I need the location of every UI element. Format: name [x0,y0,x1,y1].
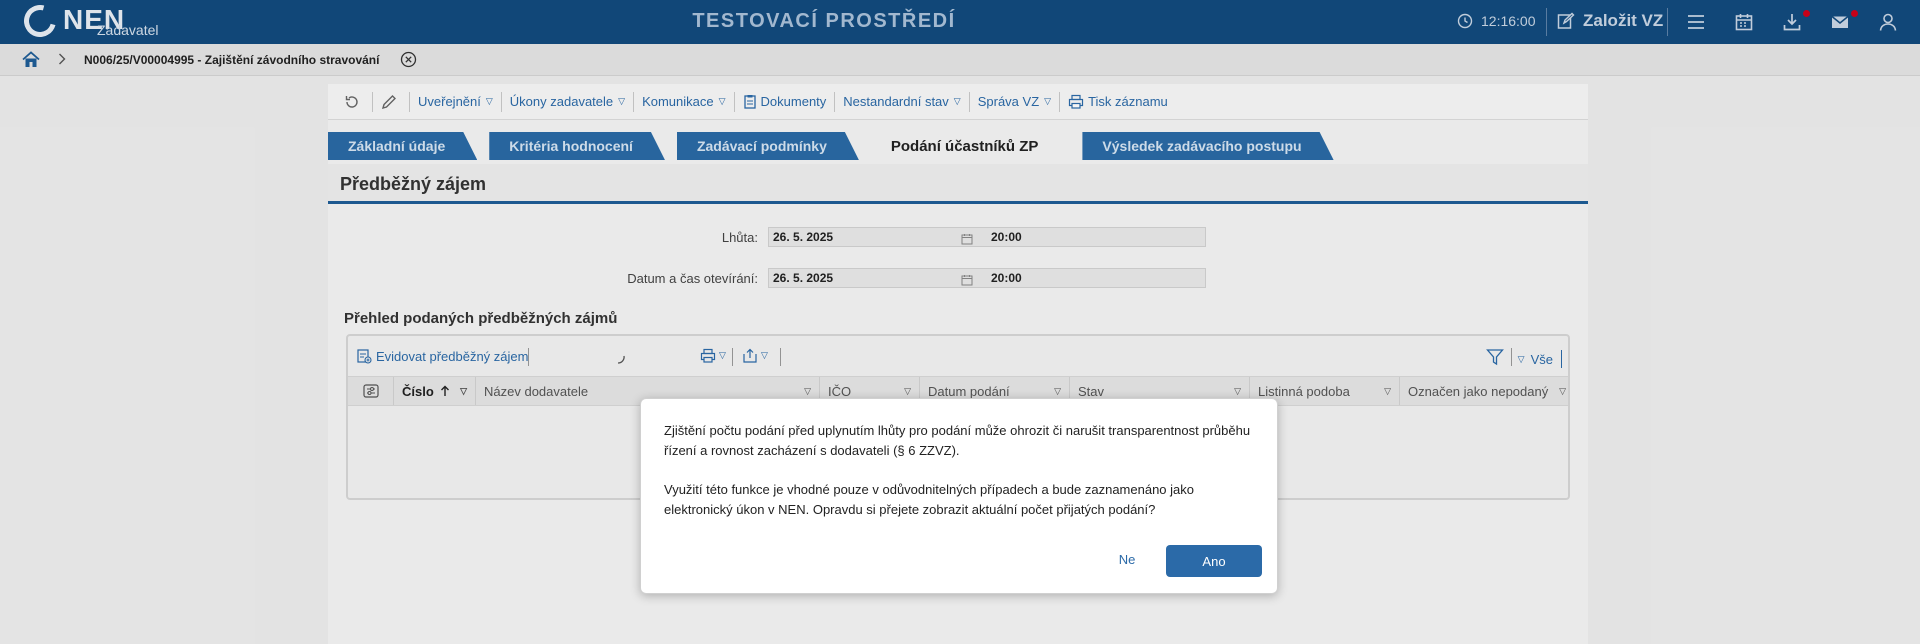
confirmation-dialog: Zjištění počtu podání před uplynutím lhů… [640,398,1278,594]
dialog-question-text: Využití této funkce je vhodné pouze v od… [664,482,1194,517]
yes-button[interactable]: Ano [1166,545,1262,577]
dialog-warning-text: Zjištění počtu podání před uplynutím lhů… [664,423,1251,458]
no-button[interactable]: Ne [1101,545,1153,573]
